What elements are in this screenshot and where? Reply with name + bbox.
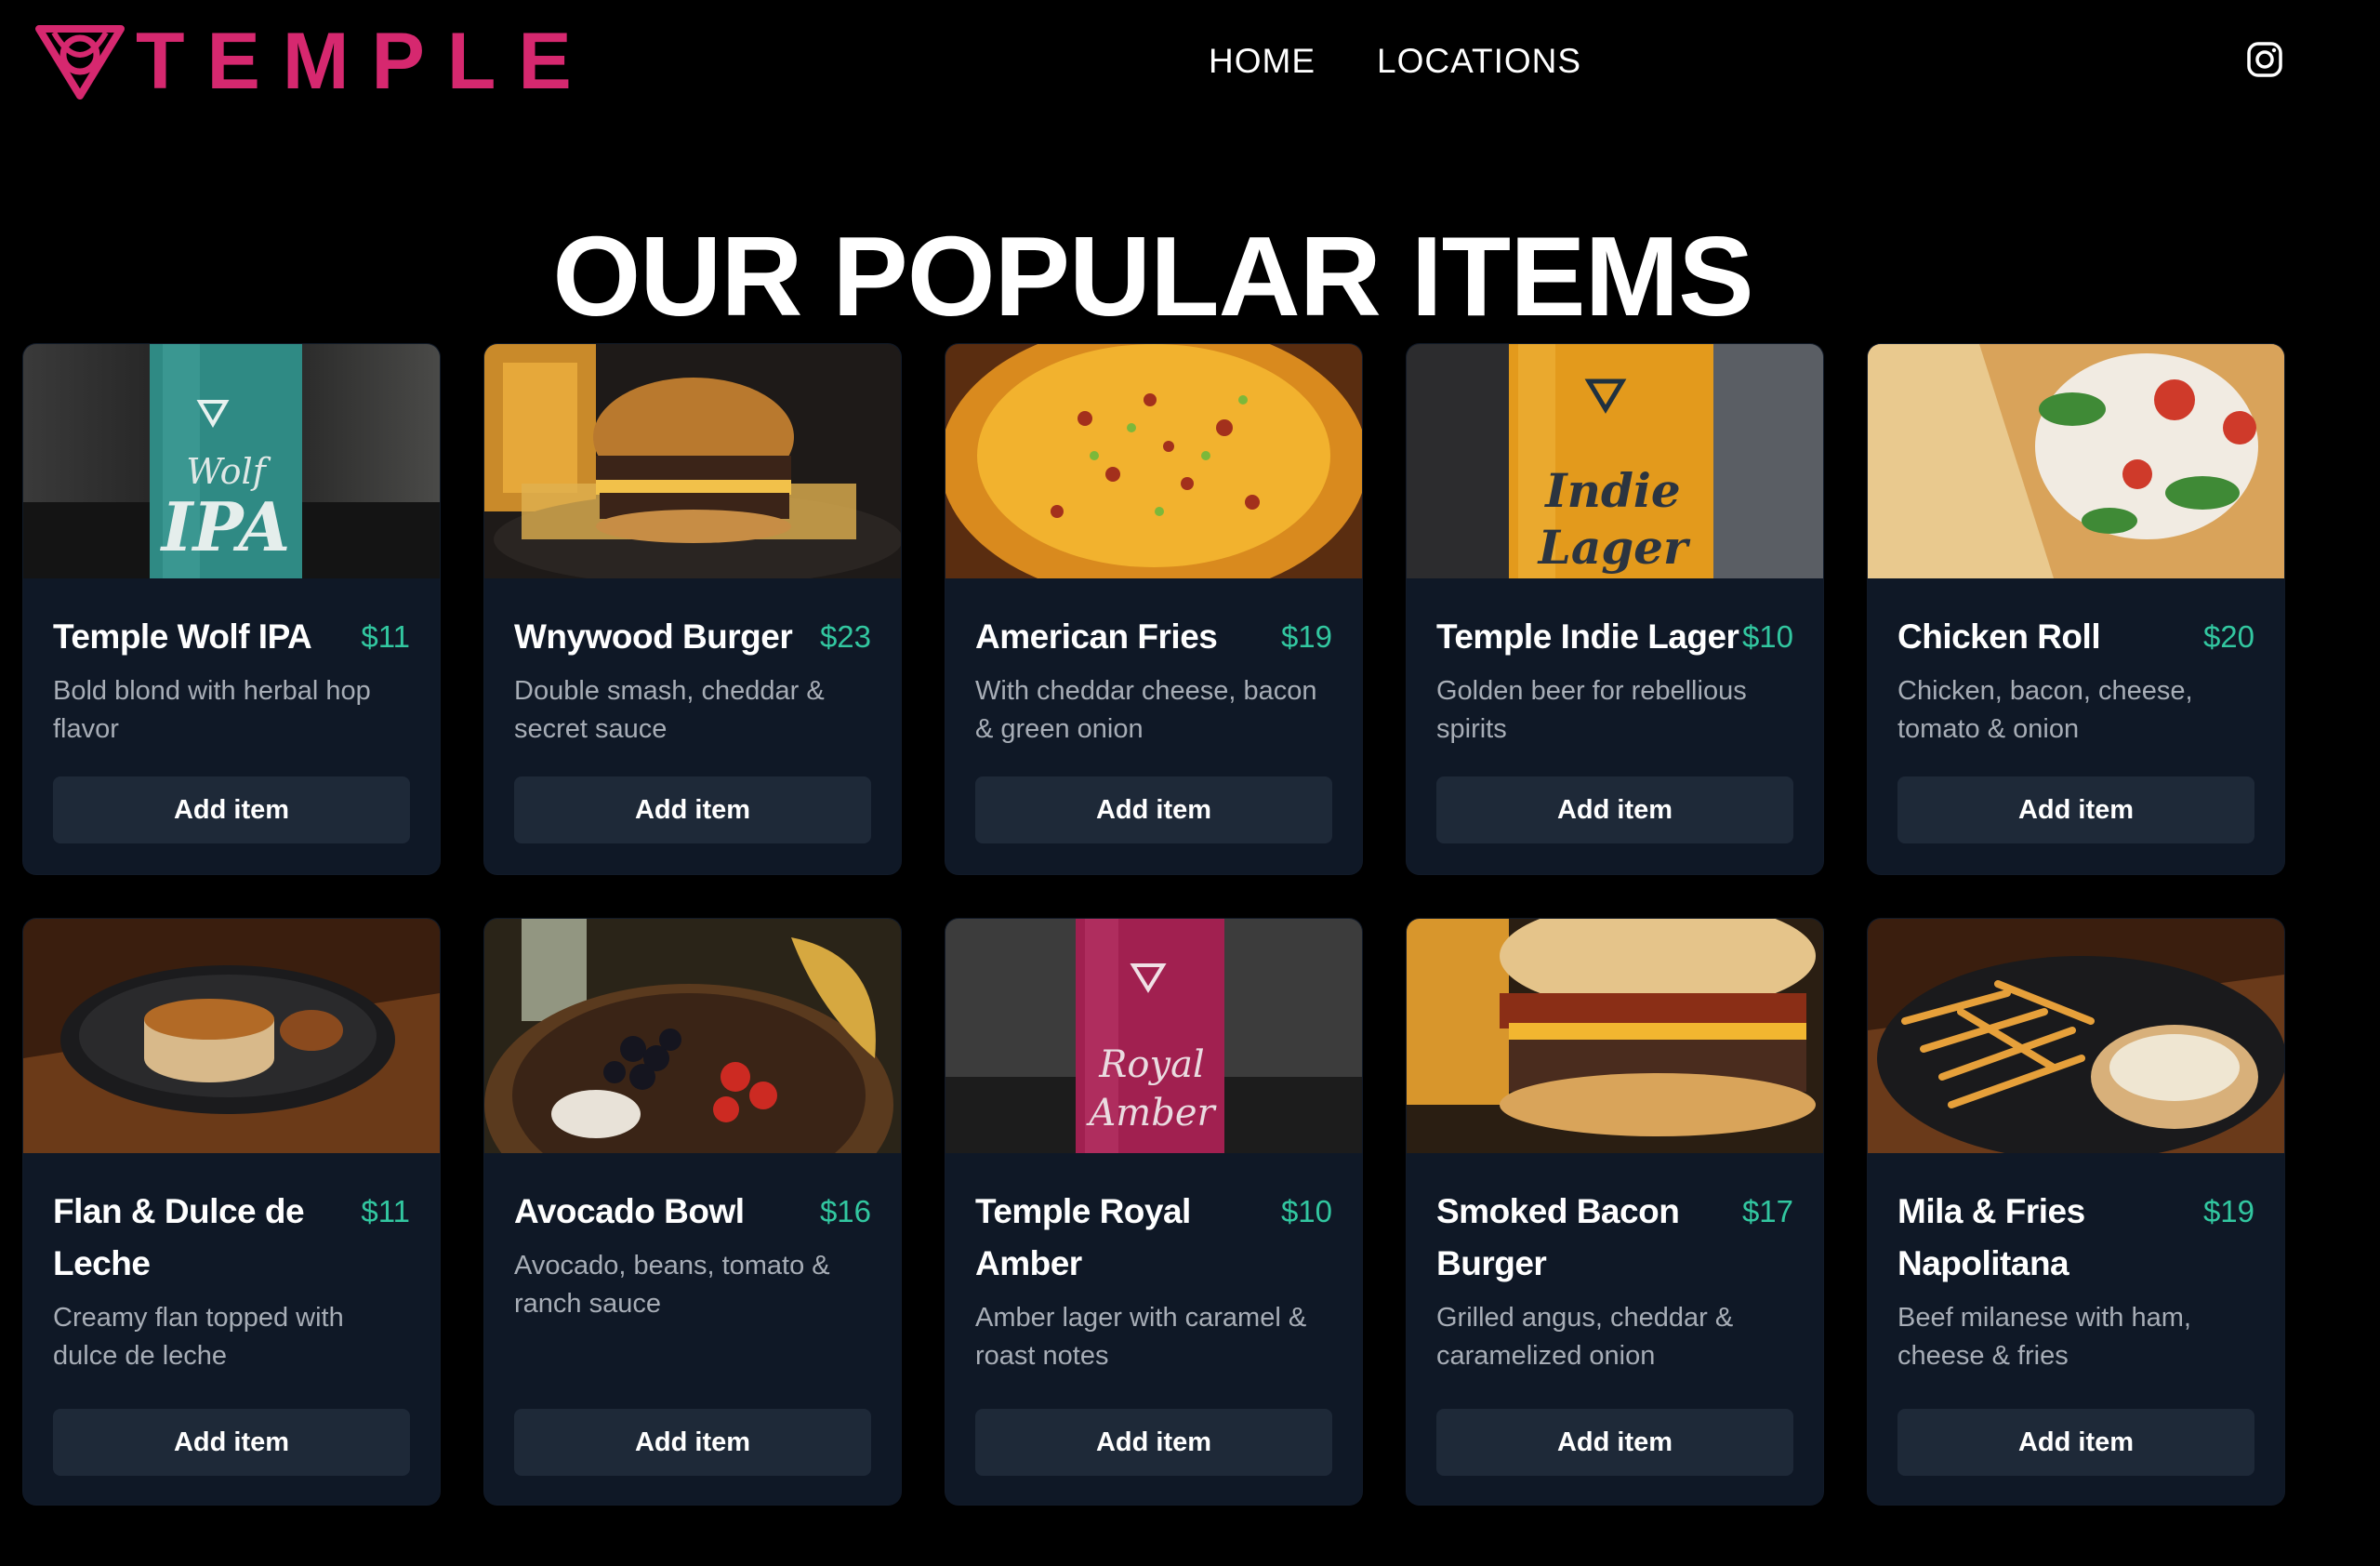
product-price: $11 [361, 1194, 410, 1228]
product-card: Chicken Roll $20 Chicken, bacon, cheese,… [1868, 344, 2284, 874]
add-item-button[interactable]: Add item [53, 776, 410, 843]
svg-text:Indie: Indie [1543, 463, 1681, 518]
product-price: $17 [1741, 1194, 1793, 1228]
product-card: American Fries $19 With cheddar cheese, … [945, 344, 1362, 874]
page-title: OUR POPULAR ITEMS [552, 212, 1753, 339]
product-info: Smoked Bacon Burger $17 Grilled angus, c… [1407, 1158, 1823, 1375]
product-card: Mila & Fries Napolitana $19 Beef milanes… [1868, 919, 2284, 1505]
product-price: $11 [361, 619, 410, 654]
product-info: American Fries $19 With cheddar cheese, … [945, 583, 1362, 749]
product-description: Avocado, beans, tomato & ranch sauce [514, 1251, 830, 1319]
add-item-button[interactable]: Add item [1436, 1409, 1793, 1476]
product-info: Avocado Bowl $16 Avocado, beans, tomato … [484, 1158, 901, 1375]
product-card: Avocado Bowl $16 Avocado, beans, tomato … [484, 919, 901, 1505]
product-image: Royal Amber [945, 919, 1362, 1153]
svg-text:Amber: Amber [1085, 1092, 1217, 1135]
product-info: Temple Wolf IPA $11 Bold blond with herb… [23, 583, 440, 749]
product-info: Wnywood Burger $23 Double smash, cheddar… [484, 583, 901, 749]
instagram-icon[interactable] [2246, 41, 2283, 78]
product-info: Temple Indie Lager $10 Golden beer for r… [1407, 583, 1823, 749]
svg-text:IPA: IPA [160, 487, 290, 566]
product-description: With cheddar cheese, bacon & green onion [975, 676, 1317, 744]
product-description: Chicken, bacon, cheese, tomato & onion [1897, 676, 2193, 744]
product-name: Chicken Roll [1897, 617, 2101, 656]
product-image [23, 919, 440, 1153]
product-image [1407, 919, 1823, 1153]
brand-name: TEMPLE [136, 17, 594, 106]
site-header: TEMPLE HOME LOCATIONS [0, 0, 2380, 121]
product-name: Temple Royal Amber [975, 1192, 1191, 1282]
product-image [484, 919, 901, 1226]
product-name: Mila & Fries Napolitana [1897, 1192, 2085, 1282]
product-price: $23 [819, 619, 871, 654]
product-description: Creamy flan topped with dulce de leche [53, 1303, 344, 1371]
brand-logo[interactable]: TEMPLE [33, 20, 594, 102]
product-price: $10 [1741, 619, 1793, 654]
product-name: Temple Wolf IPA [53, 617, 312, 656]
add-item-button[interactable]: Add item [975, 776, 1332, 843]
product-name: Avocado Bowl [514, 1192, 745, 1230]
product-info: Flan & Dulce de Leche $11 Creamy flan to… [23, 1158, 440, 1375]
product-card: Wnywood Burger $23 Double smash, cheddar… [484, 344, 901, 874]
product-image [1868, 344, 2284, 578]
add-item-button[interactable]: Add item [514, 776, 871, 843]
product-image: Wolf IPA [23, 344, 440, 578]
product-price: $19 [2202, 1194, 2254, 1228]
product-image [484, 344, 901, 586]
product-price: $16 [819, 1194, 871, 1228]
add-item-button[interactable]: Add item [53, 1409, 410, 1476]
product-price: $10 [1280, 1194, 1332, 1228]
svg-text:Lager: Lager [1537, 520, 1691, 575]
add-item-button[interactable]: Add item [514, 1409, 871, 1476]
product-card: Indie Lager Temple Indie Lager $10 Golde… [1407, 344, 1823, 874]
product-card: Flan & Dulce de Leche $11 Creamy flan to… [23, 919, 440, 1505]
product-image: Indie Lager [1407, 344, 1823, 578]
product-name: Flan & Dulce de Leche [53, 1192, 305, 1282]
product-name: Wnywood Burger [514, 617, 793, 656]
product-card: Smoked Bacon Burger $17 Grilled angus, c… [1407, 919, 1823, 1505]
add-item-button[interactable]: Add item [975, 1409, 1332, 1476]
main-nav: HOME LOCATIONS [1209, 37, 1581, 86]
add-item-button[interactable]: Add item [1436, 776, 1793, 843]
product-image [945, 344, 1362, 601]
product-description: Bold blond with herbal hop flavor [53, 676, 371, 744]
nav-locations[interactable]: LOCATIONS [1377, 37, 1581, 86]
svg-text:Royal: Royal [1098, 1043, 1204, 1086]
add-item-button[interactable]: Add item [1897, 776, 2254, 843]
product-name: Smoked Bacon Burger [1436, 1192, 1680, 1282]
product-name: Temple Indie Lager [1436, 617, 1739, 656]
product-info: Mila & Fries Napolitana $19 Beef milanes… [1868, 1158, 2284, 1375]
product-name: American Fries [975, 617, 1218, 656]
product-description: Amber lager with caramel & roast notes [975, 1303, 1307, 1371]
product-description: Beef milanese with ham, cheese & fries [1897, 1303, 2191, 1371]
product-card: Wolf IPA Temple Wolf IPA $11 Bold blond … [23, 344, 440, 874]
product-description: Grilled angus, cheddar & caramelized oni… [1436, 1303, 1734, 1371]
product-description: Golden beer for rebellious spirits [1436, 676, 1747, 744]
popular-items-grid: Wolf IPA Temple Wolf IPA $11 Bold blond … [23, 344, 2284, 1505]
product-info: Temple Royal Amber $10 Amber lager with … [945, 1158, 1362, 1375]
product-image [1868, 919, 2284, 1161]
product-price: $19 [1280, 619, 1332, 654]
temple-knot-logo-icon [35, 25, 125, 100]
product-info: Chicken Roll $20 Chicken, bacon, cheese,… [1868, 583, 2284, 749]
add-item-button[interactable]: Add item [1897, 1409, 2254, 1476]
product-card: Royal Amber Temple Royal Amber $10 Amber… [945, 919, 1362, 1505]
svg-text:Wolf: Wolf [186, 451, 271, 492]
nav-home[interactable]: HOME [1209, 37, 1316, 86]
product-price: $20 [2202, 619, 2254, 654]
product-description: Double smash, cheddar & secret sauce [514, 676, 825, 744]
